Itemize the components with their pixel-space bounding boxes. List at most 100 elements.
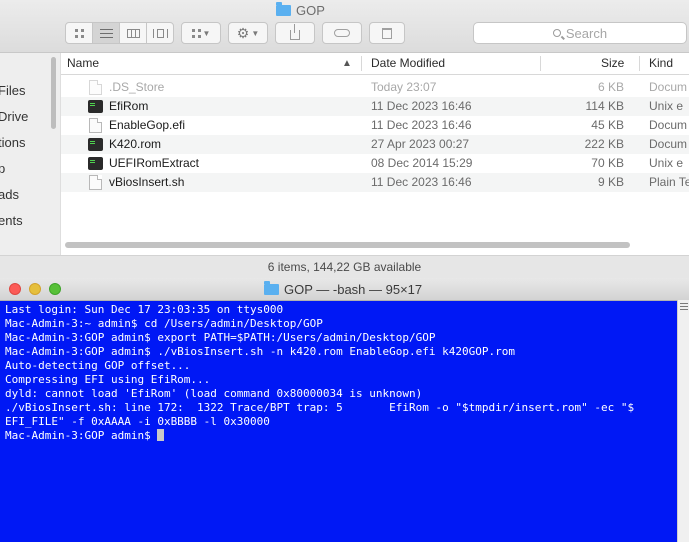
executable-icon [88,157,103,170]
terminal-line: ./vBiosInsert.sh: line 172: 1322 Trace/B… [5,401,635,414]
file-name: .DS_Store [109,80,165,94]
document-icon [89,175,102,190]
file-name: EnableGop.efi [109,118,186,132]
executable-icon [88,100,103,113]
file-size: 6 KB [597,80,624,94]
file-name: K420.rom [109,137,162,151]
column-divider [361,56,362,71]
arrange-icon [191,28,201,38]
share-button[interactable] [275,22,315,44]
column-header-date[interactable]: Date Modified [371,53,445,74]
terminal-line: Compressing EFI using EfiRom... [5,373,211,386]
terminal-line: dyld: cannot load 'EfiRom' (load command… [5,387,423,400]
search-field[interactable]: Search [473,22,687,44]
sidebar-item[interactable]: p [0,161,5,176]
list-view-button[interactable] [92,22,120,44]
file-name: vBiosInsert.sh [109,175,185,189]
file-name: UEFIRomExtract [109,156,200,170]
document-icon [89,80,102,95]
document-icon [89,118,102,133]
folder-icon [276,1,291,16]
file-kind: Unix e [649,99,684,113]
column-view-button[interactable] [119,22,147,44]
file-size: 222 KB [584,137,624,151]
terminal-scrollbar[interactable] [677,300,689,542]
column-divider [639,56,640,71]
file-kind: Docum [649,137,688,151]
file-date: 11 Dec 2023 16:46 [371,175,472,189]
trash-icon [382,27,392,39]
file-size: 45 KB [591,118,624,132]
terminal-titlebar: GOP — -bash — 95×17 [0,278,689,301]
folder-icon [264,280,279,295]
search-placeholder: Search [565,25,608,41]
zoom-button[interactable] [49,283,61,295]
sidebar: Files Drive tions p ads ents [0,53,61,255]
file-row[interactable]: UEFIRomExtract 08 Dec 2014 15:29 70 KB U… [61,154,689,173]
file-date: 11 Dec 2023 16:46 [371,99,472,113]
text-cursor [157,429,165,441]
split-grip-icon[interactable] [680,303,688,310]
terminal-prompt: Mac-Admin-3:GOP admin$ [5,429,158,442]
horizontal-scrollbar[interactable] [65,242,630,248]
terminal-line: Mac-Admin-3:GOP admin$ export PATH=$PATH… [5,331,436,344]
finder-window: GOP ▼ ⚙ ▼ Search Files Drive tions p ads… [0,0,689,278]
column-view-icon [126,28,140,38]
file-size: 70 KB [591,156,624,170]
sidebar-item[interactable]: Files [0,83,25,98]
terminal-prompt-line[interactable]: Mac-Admin-3:GOP admin$ [5,429,673,443]
terminal-line: Mac-Admin-3:GOP admin$ ./vBiosInsert.sh … [5,345,515,358]
file-name: EfiRom [109,99,149,113]
finder-title-text: GOP [296,2,325,18]
tag-button[interactable] [322,22,362,44]
close-button[interactable] [9,283,21,295]
sidebar-item[interactable]: tions [0,135,25,150]
file-list: Name ▲ Date Modified Size Kind .DS_Store… [61,53,689,255]
column-header-size[interactable]: Size [601,53,624,74]
file-row[interactable]: EfiRom 11 Dec 2023 16:46 114 KB Unix e [61,97,689,116]
sort-ascending-icon: ▲ [342,58,352,69]
list-view-icon [99,28,113,38]
action-button[interactable]: ⚙ ▼ [228,22,268,44]
delete-button[interactable] [369,22,405,44]
gear-icon: ⚙ [236,25,250,41]
finder-toolbar: GOP ▼ ⚙ ▼ Search [0,0,689,53]
share-icon [290,24,300,40]
sidebar-item[interactable]: Drive [0,109,28,124]
chevron-down-icon: ▼ [251,28,260,38]
arrange-button[interactable]: ▼ [181,22,221,44]
file-row[interactable]: .DS_Store Today 23:07 6 KB Docum [61,78,689,97]
file-date: 27 Apr 2023 00:27 [371,137,470,151]
column-header-name[interactable]: Name [67,53,99,74]
file-row[interactable]: vBiosInsert.sh 11 Dec 2023 16:46 9 KB Pl… [61,173,689,192]
terminal-window: GOP — -bash — 95×17 Last login: Sun Dec … [0,278,689,542]
minimize-button[interactable] [29,283,41,295]
executable-icon [88,138,103,151]
terminal-title: GOP — -bash — 95×17 [264,278,422,300]
sidebar-item[interactable]: ads [0,187,19,202]
icon-view-icon [74,28,84,38]
file-size: 9 KB [597,175,624,189]
terminal-line: Last login: Sun Dec 17 23:03:35 on ttys0… [5,303,284,316]
cover-flow-icon [152,28,168,38]
column-header-kind[interactable]: Kind [649,53,673,74]
icon-view-button[interactable] [65,22,93,44]
terminal-title-text: GOP — -bash — 95×17 [284,281,423,297]
cover-flow-button[interactable] [146,22,174,44]
search-icon [552,29,561,37]
file-kind: Unix e [649,156,684,170]
file-date: 11 Dec 2023 16:46 [371,118,472,132]
file-kind: Docum [649,80,688,94]
terminal-line: Mac-Admin-3:~ admin$ cd /Users/admin/Des… [5,317,323,330]
terminal-output[interactable]: Last login: Sun Dec 17 23:03:35 on ttys0… [5,303,673,542]
sidebar-item[interactable]: ents [0,213,23,228]
file-date: 08 Dec 2014 15:29 [371,156,473,170]
file-date: Today 23:07 [371,80,437,94]
chevron-down-icon: ▼ [202,28,211,38]
tag-icon [334,29,350,37]
sidebar-scrollbar[interactable] [51,57,56,129]
file-row[interactable]: K420.rom 27 Apr 2023 00:27 222 KB Docum [61,135,689,154]
terminal-line: Auto-detecting GOP offset... [5,359,191,372]
file-row[interactable]: EnableGop.efi 11 Dec 2023 16:46 45 KB Do… [61,116,689,135]
status-bar: 6 items, 144,22 GB available [0,255,689,278]
